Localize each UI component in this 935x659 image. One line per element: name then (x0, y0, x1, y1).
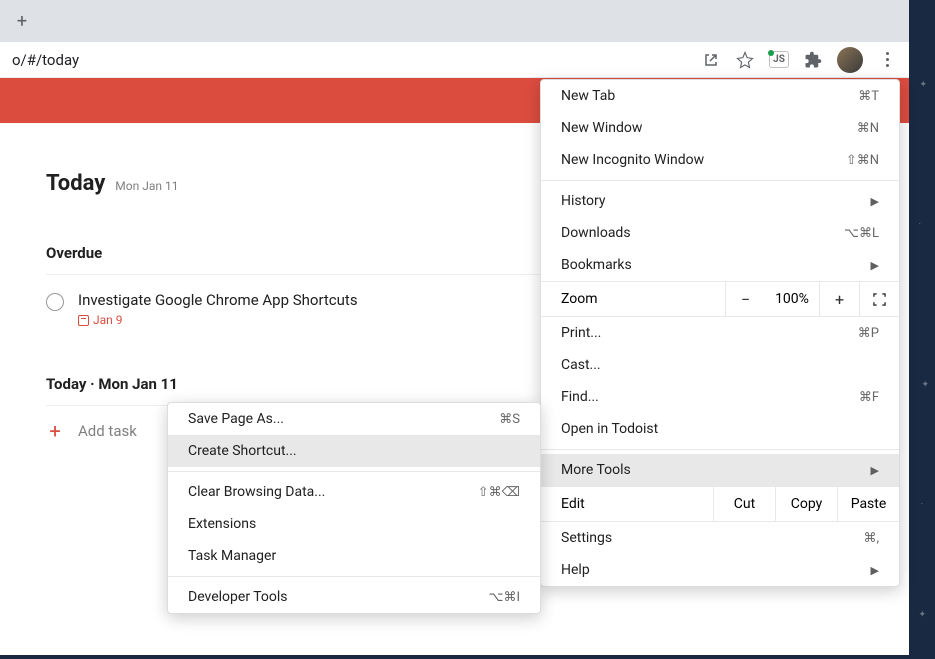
menu-separator (541, 449, 899, 450)
menu-find[interactable]: Find... ⌘F (541, 381, 899, 413)
chevron-right-icon: ▶ (871, 464, 879, 477)
js-extension-icon[interactable]: JS (769, 50, 789, 70)
desktop-star: ✦ (921, 380, 929, 390)
menu-shortcut: ⌘F (859, 390, 879, 405)
calendar-icon (78, 315, 89, 326)
menu-separator (541, 180, 899, 181)
task-checkbox[interactable] (46, 293, 64, 311)
menu-label: Print... (561, 325, 601, 341)
submenu-extensions[interactable]: Extensions (168, 508, 540, 540)
menu-label: Find... (561, 389, 599, 405)
menu-new-window[interactable]: New Window ⌘N (541, 112, 899, 144)
toolbar-icons: JS (701, 47, 897, 73)
menu-shortcut: ⌘S (499, 412, 520, 427)
bookmark-star-icon[interactable] (735, 50, 755, 70)
menu-shortcut: ⇧⌘⌫ (478, 485, 520, 500)
page-title: Today (46, 171, 105, 196)
browser-menu-button[interactable] (877, 52, 897, 67)
menu-edit-row: Edit Cut Copy Paste (541, 486, 899, 522)
plus-icon: + (46, 422, 64, 440)
menu-separator (168, 471, 540, 472)
menu-label: Clear Browsing Data... (188, 484, 325, 500)
menu-label: History (561, 193, 606, 209)
menu-label: Developer Tools (188, 589, 288, 605)
menu-label: New Incognito Window (561, 152, 704, 168)
submenu-save-page[interactable]: Save Page As... ⌘S (168, 403, 540, 435)
menu-downloads[interactable]: Downloads ⌥⌘L (541, 217, 899, 249)
desktop-star: · (919, 220, 921, 230)
extensions-puzzle-icon[interactable] (803, 50, 823, 70)
profile-avatar[interactable] (837, 47, 863, 73)
menu-label: Open in Todoist (561, 421, 658, 437)
menu-print[interactable]: Print... ⌘P (541, 317, 899, 349)
menu-label: Create Shortcut... (188, 443, 297, 459)
menu-help[interactable]: Help ▶ (541, 554, 899, 586)
menu-shortcut: ⌘N (857, 121, 879, 136)
menu-cast[interactable]: Cast... (541, 349, 899, 381)
menu-settings[interactable]: Settings ⌘, (541, 522, 899, 554)
menu-shortcut: ⇧⌘N (846, 153, 879, 168)
menu-shortcut: ⌥⌘I (488, 590, 520, 605)
desktop-star: ✦ (919, 80, 927, 90)
menu-new-tab[interactable]: New Tab ⌘T (541, 80, 899, 112)
menu-incognito[interactable]: New Incognito Window ⇧⌘N (541, 144, 899, 176)
menu-shortcut: ⌘T (858, 89, 879, 104)
edit-cut-button[interactable]: Cut (713, 487, 775, 521)
edit-label: Edit (541, 487, 713, 521)
chevron-right-icon: ▶ (871, 564, 879, 577)
menu-label: New Window (561, 120, 642, 136)
menu-shortcut: ⌥⌘L (844, 226, 879, 241)
menu-label: More Tools (561, 462, 631, 478)
menu-zoom-row: Zoom − 100% + (541, 281, 899, 317)
menu-open-in-app[interactable]: Open in Todoist (541, 413, 899, 445)
menu-label: Downloads (561, 225, 631, 241)
add-task-label: Add task (78, 422, 137, 440)
menu-label: Settings (561, 530, 612, 546)
submenu-developer-tools[interactable]: Developer Tools ⌥⌘I (168, 581, 540, 613)
task-date-text: Jan 9 (93, 313, 123, 327)
menu-label: Task Manager (188, 548, 276, 564)
menu-label: Save Page As... (188, 411, 284, 427)
menu-label: Cast... (561, 357, 601, 373)
submenu-clear-data[interactable]: Clear Browsing Data... ⇧⌘⌫ (168, 476, 540, 508)
menu-label: Extensions (188, 516, 256, 532)
menu-shortcut: ⌘, (863, 531, 879, 546)
edit-copy-button[interactable]: Copy (775, 487, 837, 521)
menu-label: Bookmarks (561, 257, 632, 273)
zoom-out-button[interactable]: − (725, 282, 765, 316)
submenu-create-shortcut[interactable]: Create Shortcut... (168, 435, 540, 467)
edit-paste-button[interactable]: Paste (837, 487, 899, 521)
address-bar: o/#/today JS (0, 42, 909, 78)
fullscreen-button[interactable] (859, 282, 899, 316)
menu-separator (168, 576, 540, 577)
new-tab-button[interactable]: + (8, 7, 36, 35)
menu-label: New Tab (561, 88, 615, 104)
tab-bar: + (0, 0, 909, 42)
browser-main-menu: New Tab ⌘T New Window ⌘N New Incognito W… (540, 79, 900, 587)
menu-bookmarks[interactable]: Bookmarks ▶ (541, 249, 899, 281)
more-tools-submenu: Save Page As... ⌘S Create Shortcut... Cl… (167, 402, 541, 614)
menu-label: Help (561, 562, 590, 578)
chevron-right-icon: ▶ (871, 259, 879, 272)
open-external-icon[interactable] (701, 50, 721, 70)
menu-more-tools[interactable]: More Tools ▶ (541, 454, 899, 486)
desktop-star: · (921, 500, 923, 510)
zoom-in-button[interactable]: + (819, 282, 859, 316)
fullscreen-icon (873, 293, 886, 306)
url-text[interactable]: o/#/today (12, 51, 701, 69)
chevron-right-icon: ▶ (871, 195, 879, 208)
desktop-star: ✦ (918, 610, 926, 620)
menu-shortcut: ⌘P (858, 326, 879, 341)
submenu-task-manager[interactable]: Task Manager (168, 540, 540, 572)
zoom-value: 100% (765, 282, 819, 316)
page-date: Mon Jan 11 (115, 179, 178, 193)
menu-history[interactable]: History ▶ (541, 185, 899, 217)
zoom-label: Zoom (541, 282, 725, 316)
